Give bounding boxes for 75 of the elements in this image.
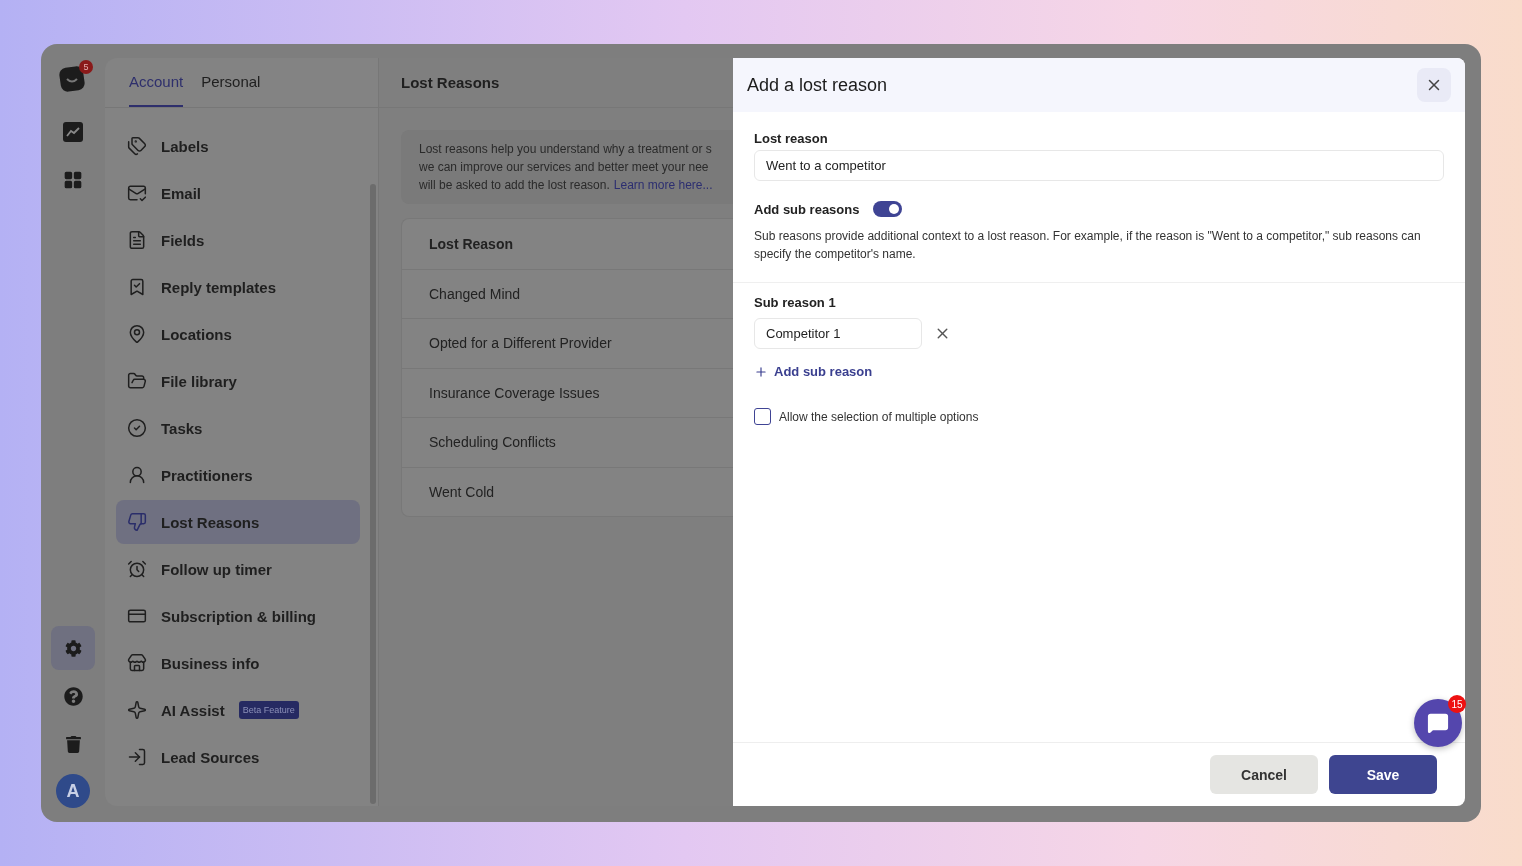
sparkle-icon [127, 700, 147, 720]
sidebar-item-label: Lead Sources [161, 748, 260, 766]
settings-tab[interactable]: Personal [201, 58, 261, 107]
sidebar-item[interactable]: Locations [116, 312, 360, 356]
check-circle-icon [127, 418, 147, 438]
sidebar-item[interactable]: Practitioners [116, 453, 360, 497]
save-button[interactable]: Save [1329, 755, 1437, 794]
learn-more-link[interactable]: Learn more here... [613, 176, 713, 194]
sign-in-icon [127, 747, 147, 767]
app-logo-icon[interactable] [59, 66, 85, 92]
sidebar-item[interactable]: Lost Reasons [116, 500, 360, 544]
sidebar-item[interactable]: Follow up timer [116, 547, 360, 591]
credit-card-icon [127, 606, 147, 626]
checkbox-label: Allow the selection of multiple options [779, 409, 979, 424]
add-sub-reason-link[interactable]: Add sub reason [754, 364, 873, 379]
notification-badge: 5 [79, 60, 93, 74]
sidebar-item-label: Labels [161, 137, 209, 155]
toggle-label: Add sub reasons [754, 201, 860, 217]
sidebar-item-label: Follow up timer [161, 560, 272, 578]
beta-tag: Beta Feature [238, 701, 299, 719]
info-text: we can improve our services and better meet your nee [419, 159, 709, 176]
field-label: Sub reason 1 [754, 295, 837, 310]
lost-reason-input[interactable]: Went to a competitor [754, 150, 1444, 181]
sidebar-item[interactable]: Business info [116, 641, 360, 685]
sidebar-item[interactable]: Labels [116, 124, 360, 168]
chart-icon [63, 122, 83, 142]
trash-icon [64, 735, 82, 753]
sidebar-item-label: AI Assist [161, 701, 225, 719]
field-label: Lost reason [754, 131, 829, 146]
sidebar-item-label: Business info [161, 654, 260, 672]
document-icon [127, 230, 147, 250]
plus-icon [754, 364, 768, 379]
sidebar-item[interactable]: Reply templates [116, 265, 360, 309]
user-avatar[interactable]: A [56, 774, 90, 808]
settings-tab[interactable]: Account [129, 58, 184, 107]
sidebar-item-label: File library [161, 372, 237, 390]
sidebar-item[interactable]: Tasks [116, 406, 360, 450]
sub-reason-input[interactable]: Competitor 1 [754, 318, 922, 349]
checkbox[interactable] [754, 408, 771, 425]
tags-icon [127, 136, 147, 156]
sidebar-item-label: Reply templates [161, 278, 277, 296]
sidebar-item-label: Fields [161, 231, 205, 249]
apps-grid-icon [63, 170, 83, 190]
folder-icon [127, 371, 147, 391]
sidebar-item-label: Tasks [161, 419, 203, 437]
sidebar-item[interactable]: Email [116, 171, 360, 215]
mail-icon [127, 183, 147, 203]
column-header: Lost Reason [428, 234, 514, 254]
bookmark-icon [127, 277, 147, 297]
sidebar-item-label: Practitioners [161, 466, 253, 484]
sidebar-item[interactable]: AI Assist Beta Feature [116, 688, 360, 732]
sidebar-item-label: Lost Reasons [161, 513, 260, 531]
sidebar-item-label: Locations [161, 325, 232, 343]
thumbs-down-icon [127, 512, 147, 532]
info-text: will be asked to add the lost reason. [419, 177, 610, 194]
person-icon [127, 465, 147, 485]
sidebar-item[interactable]: Lead Sources [116, 735, 360, 779]
chat-icon [1427, 712, 1449, 734]
info-text: Lost reasons help you understand why a treatment or s [419, 141, 712, 158]
help-icon [63, 686, 83, 706]
help-text: Sub reasons provide additional context to a lost reason. For example, if the reason is "Went to a competitor," sub reasons can specify the competitor's name. [754, 228, 1422, 263]
sidebar-item[interactable]: Subscription & billing [116, 594, 360, 638]
dialog-title: Add a lost reason [747, 74, 888, 96]
close-button[interactable] [1417, 68, 1451, 102]
settings-icon [64, 639, 82, 657]
location-pin-icon [127, 324, 147, 344]
sidebar-item-label: Subscription & billing [161, 607, 316, 625]
store-icon [127, 653, 147, 673]
sidebar-item[interactable]: Fields [116, 218, 360, 262]
alarm-clock-icon [127, 559, 147, 579]
toggle-switch[interactable] [873, 201, 903, 217]
rail-button[interactable] [51, 626, 95, 670]
sidebar-item-label: Email [161, 184, 202, 202]
sidebar-item[interactable]: File library [116, 359, 360, 403]
cancel-button[interactable]: Cancel [1210, 755, 1318, 794]
